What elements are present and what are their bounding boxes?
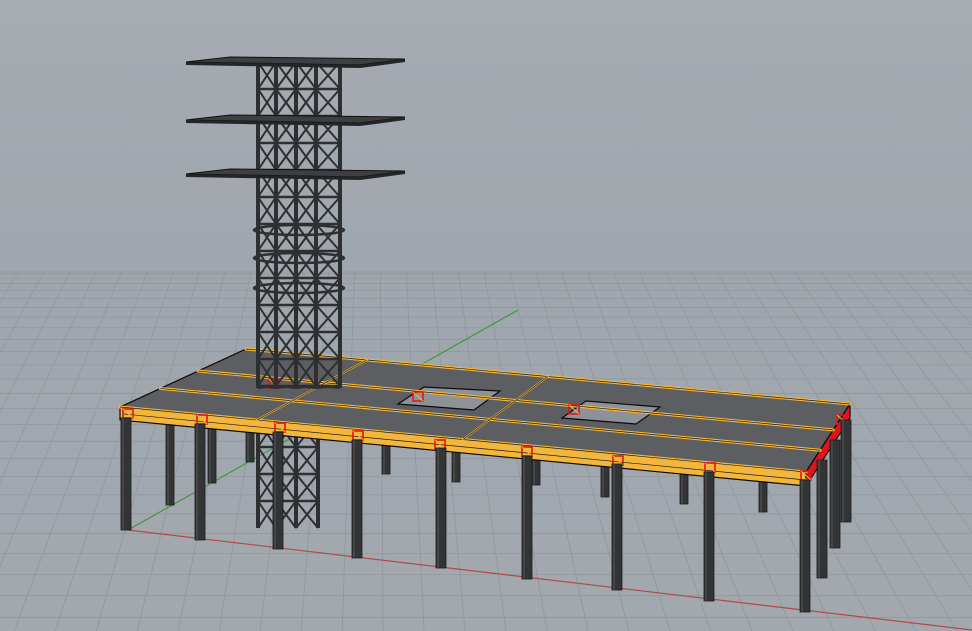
- world-x-axis: [127, 529, 972, 631]
- grid-line: [898, 271, 972, 360]
- grid-line: [0, 271, 122, 568]
- grid-line: [0, 271, 19, 304]
- rhino-perspective-viewport[interactable]: [0, 0, 972, 631]
- grid-line: [54, 271, 174, 631]
- grid-line: [95, 271, 200, 631]
- viewport-scene[interactable]: [0, 0, 972, 631]
- grid-line: [0, 271, 44, 354]
- grid-line: [846, 271, 972, 437]
- grid-line: [406, 271, 425, 631]
- grid-line: [924, 271, 972, 326]
- grid-line: [0, 271, 70, 413]
- column: [165, 419, 175, 506]
- column: [207, 424, 217, 484]
- grid-line: [950, 271, 972, 296]
